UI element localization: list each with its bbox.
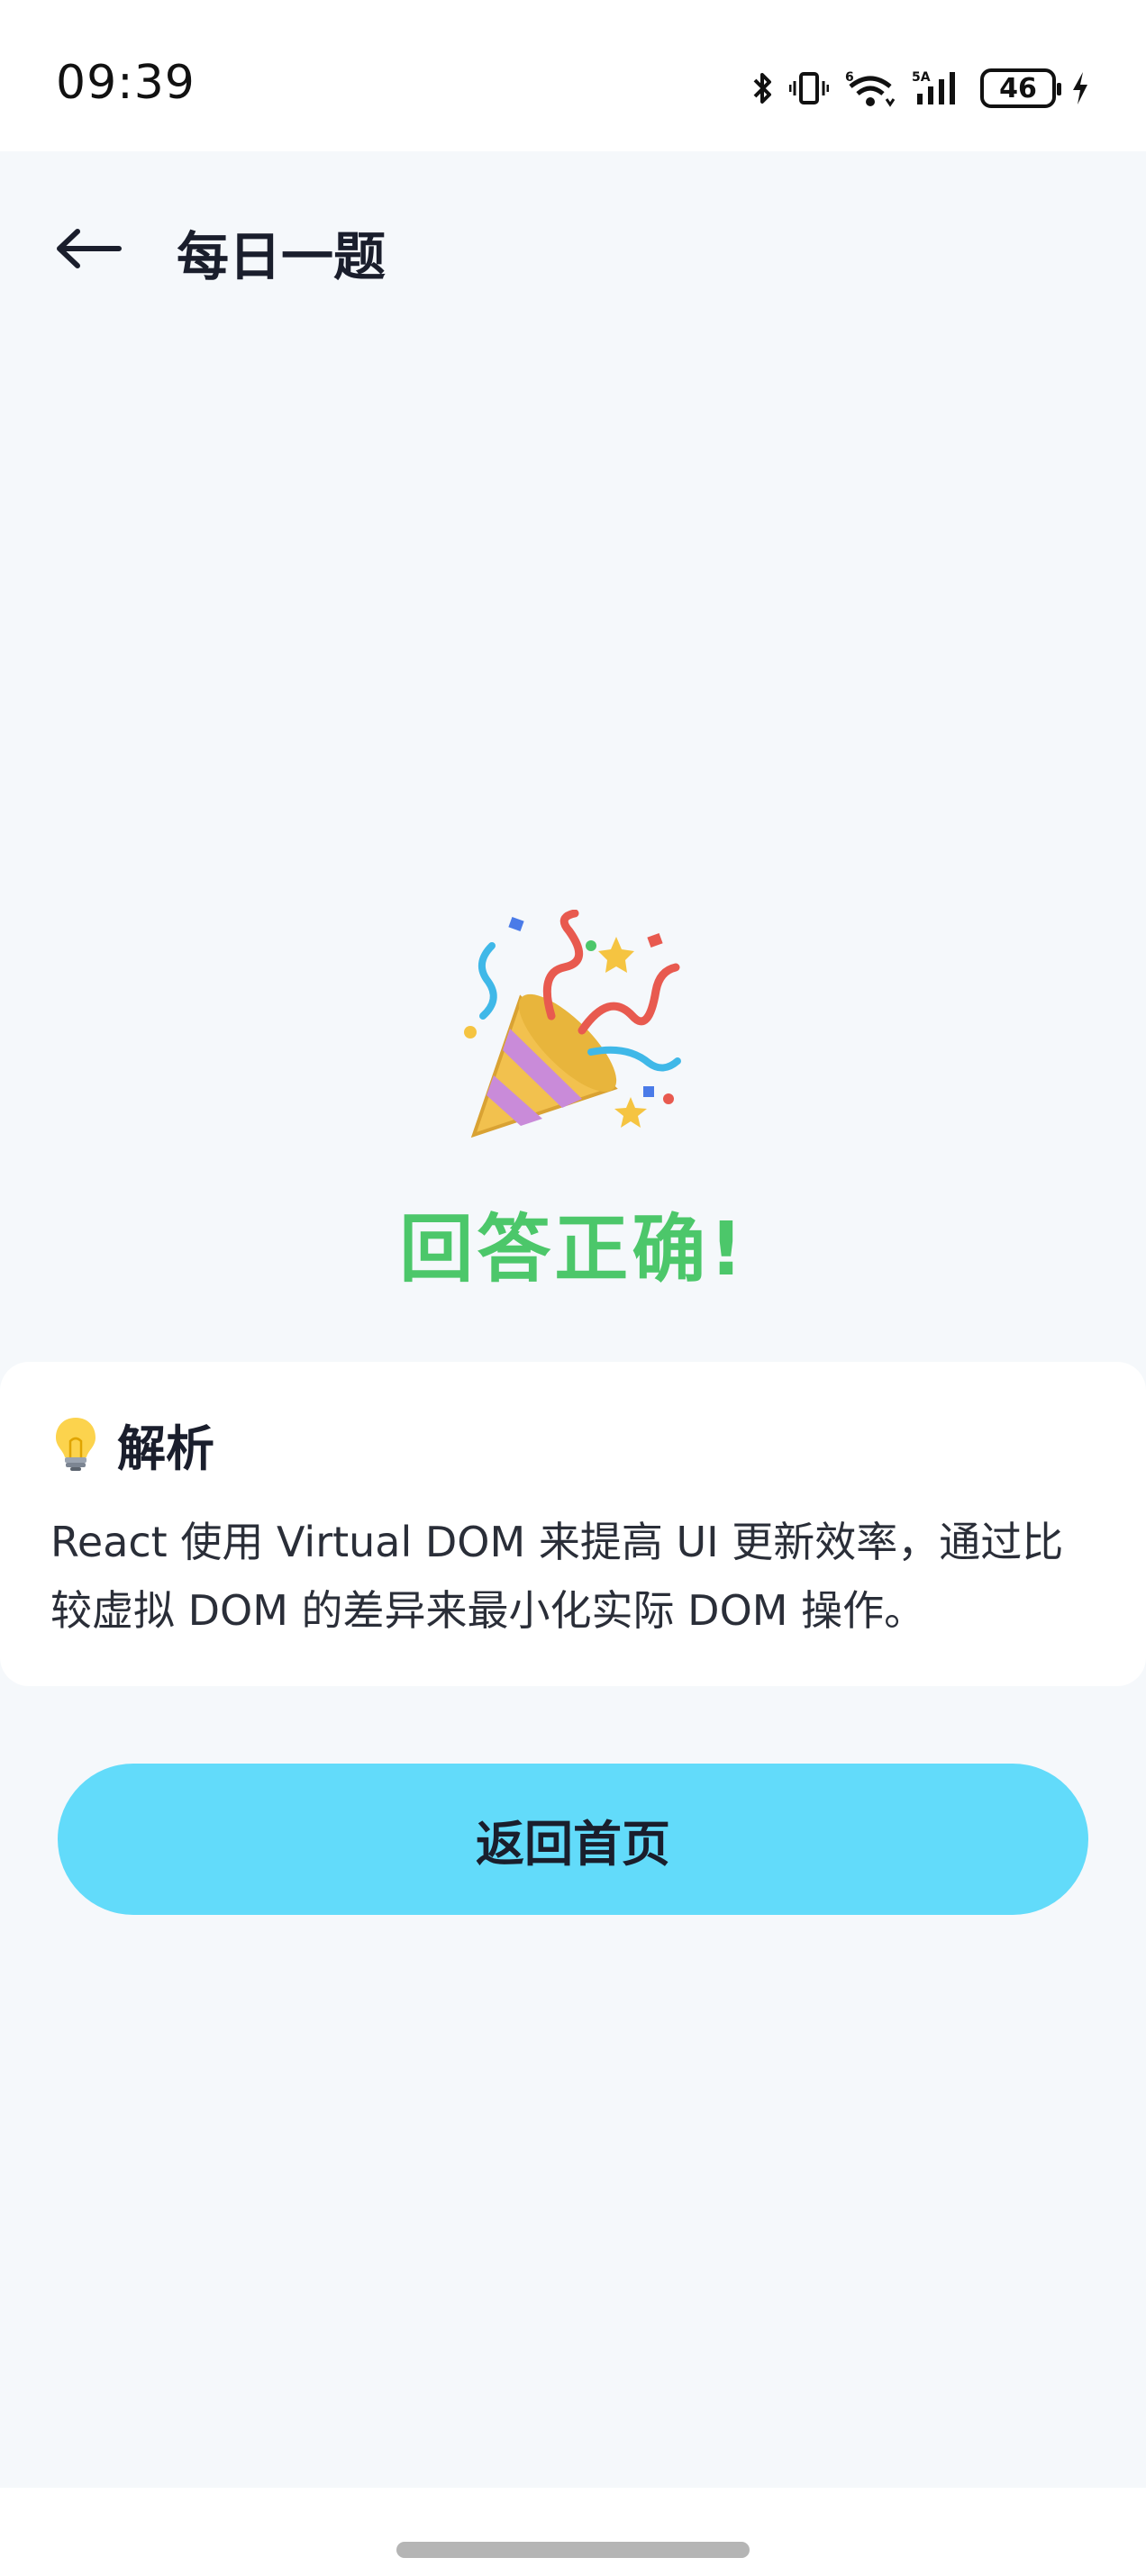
return-home-button[interactable]: 返回首页 xyxy=(58,1764,1088,1915)
battery-icon: 46 xyxy=(980,68,1061,108)
signal-label: 5A xyxy=(912,70,931,85)
party-popper-icon xyxy=(456,909,690,1153)
status-time: 09:39 xyxy=(56,56,196,110)
home-indicator[interactable] xyxy=(396,2542,750,2558)
page-title: 每日一题 xyxy=(177,226,387,287)
navigation-bar xyxy=(0,2488,1146,2576)
analysis-card: 解析 React 使用 Virtual DOM 来提高 UI 更新效率，通过比较… xyxy=(0,1362,1146,1686)
wifi-icon: 6 xyxy=(843,68,897,108)
analysis-title: 解析 xyxy=(117,1420,214,1477)
analysis-header: 解析 xyxy=(52,1409,214,1480)
bluetooth-icon xyxy=(751,70,775,106)
status-bar: 09:39 6 5A 46 xyxy=(0,0,1146,151)
analysis-text: React 使用 Virtual DOM 来提高 UI 更新效率，通过比较虚拟 … xyxy=(50,1518,1064,1635)
signal-icon: 5A xyxy=(912,68,966,108)
back-button[interactable] xyxy=(43,205,133,295)
app-header: 每日一题 xyxy=(0,151,1146,340)
lightbulb-icon xyxy=(52,1414,99,1475)
charging-icon xyxy=(1070,70,1090,106)
battery-level: 46 xyxy=(999,72,1037,104)
arrow-left-icon xyxy=(52,226,124,275)
result-title: 回答正确! xyxy=(399,1207,747,1293)
system-icons: 6 5A 46 xyxy=(751,63,1090,113)
vibrate-icon xyxy=(789,70,829,106)
